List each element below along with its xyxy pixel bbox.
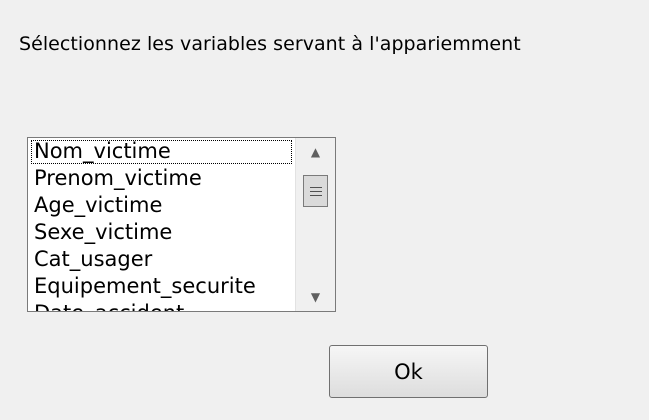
list-item[interactable]: Prenom_victime xyxy=(28,165,295,192)
variables-list-items: Nom_victime Prenom_victime Age_victime S… xyxy=(28,138,295,311)
chevron-up-icon: ▲ xyxy=(310,145,321,159)
list-item[interactable]: Cat_usager xyxy=(28,246,295,273)
list-item[interactable]: Age_victime xyxy=(28,192,295,219)
grip-icon xyxy=(309,186,322,188)
list-item[interactable]: Sexe_victime xyxy=(28,219,295,246)
ok-button[interactable]: Ok xyxy=(329,345,488,398)
scroll-thumb[interactable] xyxy=(303,175,328,207)
list-item[interactable]: Date_accident xyxy=(28,300,295,311)
list-item[interactable]: Nom_victime xyxy=(30,139,293,165)
list-item[interactable]: Equipement_securite xyxy=(28,273,295,300)
scroll-up-button[interactable]: ▲ xyxy=(296,138,335,166)
vertical-scrollbar[interactable]: ▲ ▼ xyxy=(295,138,335,311)
variables-listbox[interactable]: Nom_victime Prenom_victime Age_victime S… xyxy=(27,137,336,312)
chevron-down-icon: ▼ xyxy=(310,290,321,304)
instruction-text: Sélectionnez les variables servant à l'a… xyxy=(19,33,521,55)
scroll-down-button[interactable]: ▼ xyxy=(296,283,335,311)
